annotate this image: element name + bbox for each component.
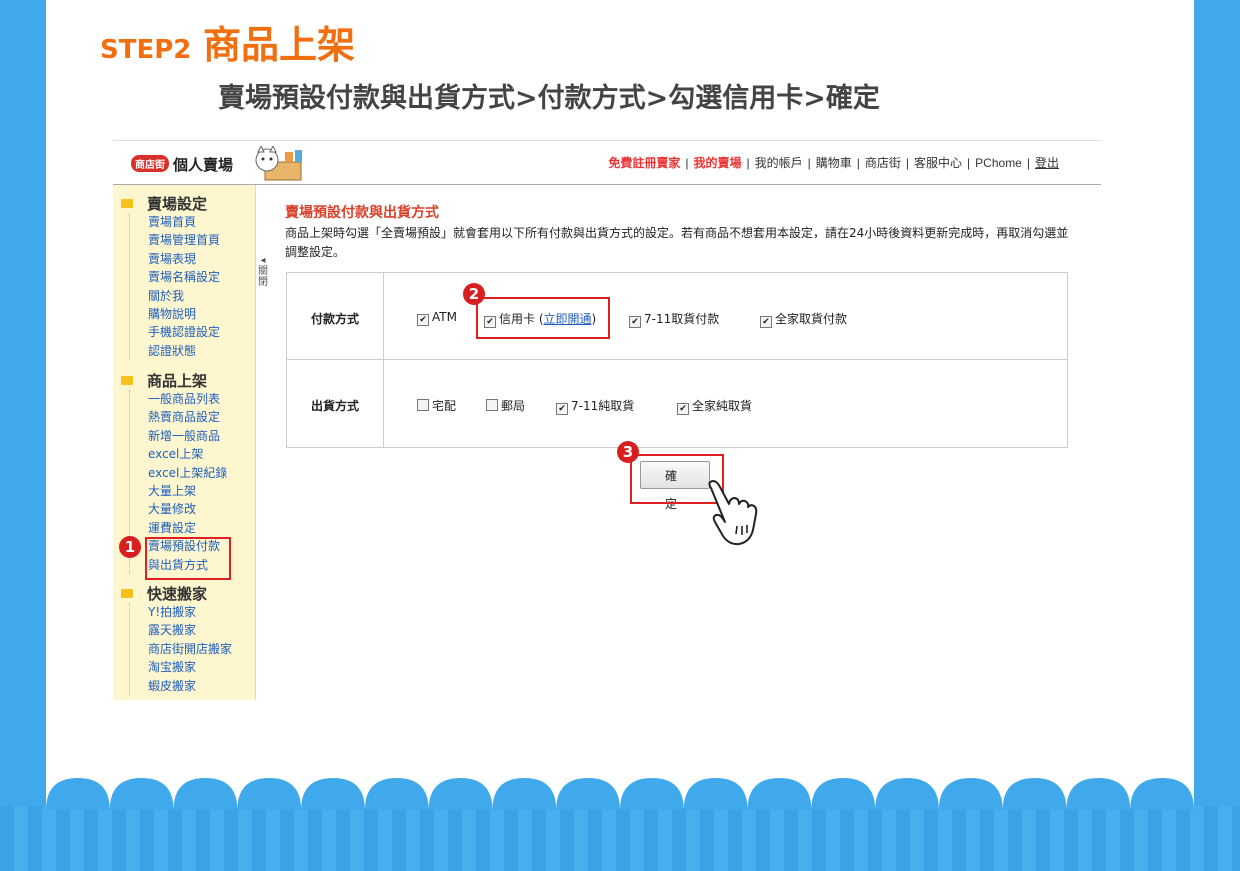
payment-option-711[interactable]: ✔ 7-11取貨付款 [629,310,719,328]
wave-border [46,778,1194,810]
sidebar-item[interactable]: 大量上架 [148,482,196,500]
sidebar-item[interactable]: 一般商品列表 [148,390,220,408]
pointing-hand-icon [708,480,758,546]
checkbox-icon[interactable]: ✔ [629,316,641,328]
logo-text: 個人賣場 [173,156,234,174]
sidebar-item[interactable]: 大量修改 [148,500,196,518]
checkbox-icon[interactable]: ✔ [677,403,689,415]
sidebar-group-title: 賣場設定 [121,193,207,214]
checkbox-icon[interactable]: ✔ [760,316,772,328]
highlight-credit-card [476,297,610,339]
step-marker-3: 3 [617,441,639,463]
sidebar-group-title: 快速搬家 [121,583,207,604]
content-title: 賣場預設付款與出貨方式 [285,205,439,221]
sidebar-item[interactable]: 關於我 [148,287,184,305]
sidebar-item[interactable]: 賣場名稱設定 [148,268,220,286]
sidebar-item[interactable]: 賣場管理首頁 [148,231,220,249]
sidebar-item[interactable]: 露天搬家 [148,621,196,639]
folder-icon [121,199,133,208]
top-links: 免費註冊賣家 | 我的賣場 | 我的帳戶 | 購物車 | 商店街 | 客服中心 | PChome | 登出 [608,156,1059,170]
sidebar-item[interactable]: excel上架 [148,445,203,463]
sidebar-item[interactable]: 賣場首頁 [148,213,196,231]
settings-table: 付款方式 出貨方式 ✔ ATM ✔ 信用卡 (立即開通) ✔ 7-11取貨付款 ✔ 全家… [286,272,1068,448]
content-description: 商品上架時勾選「全賣場預設」就會套用以下所有付款與出貨方式的設定。若有商品不想套… [285,226,1069,259]
link-customer-service[interactable]: 客服中心 [914,156,962,170]
highlight-sidebar-item [145,537,231,580]
sidebar-item[interactable]: 蝦皮搬家 [148,677,196,695]
link-logout[interactable]: 登出 [1035,156,1059,170]
checkbox-icon[interactable]: ✔ [556,403,568,415]
step-heading: STEP2 商品上架 [100,14,355,69]
payment-option-family[interactable]: ✔ 全家取貨付款 [760,310,847,328]
link-my-store[interactable]: 我的賣場 [693,156,741,170]
checkbox-icon[interactable] [417,399,429,411]
link-register-seller[interactable]: 免費註冊賣家 [608,156,680,170]
step-label: STEP2 [100,35,192,65]
step-title: 商品上架 [202,23,355,67]
shipping-option-family[interactable]: ✔ 全家純取貨 [677,397,752,415]
sidebar: 賣場設定 賣場首頁 賣場管理首頁 賣場表現 賣場名稱設定 關於我 購物說明 手機認證設定 認證狀… [113,185,256,700]
link-pchome[interactable]: PChome [975,156,1022,170]
sidebar-item[interactable]: Y!拍搬家 [148,603,196,621]
sidebar-item[interactable]: 手機認證設定 [148,323,220,341]
step-subtitle: 賣場預設付款與出貨方式>付款方式>勾選信用卡>確定 [218,83,880,114]
step-marker-2: 2 [463,283,485,305]
link-cart[interactable]: 購物車 [816,156,852,170]
sidebar-item[interactable]: 賣場表現 [148,250,196,268]
shipping-label: 出貨方式 [310,399,359,413]
sidebar-item[interactable]: 淘宝搬家 [148,658,196,676]
sidebar-collapse-toggle[interactable]: ◂ 關 閉 [256,255,270,288]
shipping-option-711[interactable]: ✔ 7-11純取貨 [556,397,634,415]
cat-mascot-icon [255,146,302,181]
shipping-option-home[interactable]: 宅配 [417,397,456,414]
background-stripes [0,806,1240,871]
sidebar-item[interactable]: excel上架紀錄 [148,464,227,482]
sidebar-group-title: 商品上架 [121,370,207,391]
folder-icon [121,376,133,385]
sidebar-item[interactable]: 認證狀態 [148,342,196,360]
step-marker-1: 1 [119,536,141,558]
sidebar-item[interactable]: 商店街開店搬家 [148,640,232,658]
sidebar-item[interactable]: 運費設定 [148,519,196,537]
logo-badge: 商店街 [131,155,169,172]
link-mall[interactable]: 商店街 [865,156,901,170]
checkbox-icon[interactable]: ✔ [417,314,429,326]
top-bar: 商店街 個人賣場 免費註冊賣家 | 我的賣場 | 我的帳戶 | 購物車 | 商店街 | 客服中心 | PC… [113,140,1101,185]
sidebar-item[interactable]: 購物說明 [148,305,196,323]
sidebar-item[interactable]: 熱賣商品設定 [148,408,220,426]
sidebar-item[interactable]: 新增一般商品 [148,427,220,445]
store-logo[interactable]: 商店街 個人賣場 [131,154,233,175]
payment-option-atm[interactable]: ✔ ATM [417,310,457,326]
payment-label: 付款方式 [310,312,359,326]
screenshot-frame: 商店街 個人賣場 免費註冊賣家 | 我的賣場 | 我的帳戶 | 購物車 | 商店街 | 客服中心 | PC… [113,140,1101,700]
shipping-option-post[interactable]: 郵局 [486,397,525,414]
link-my-account[interactable]: 我的帳戶 [755,156,803,170]
checkbox-icon[interactable] [486,399,498,411]
folder-icon [121,589,133,598]
